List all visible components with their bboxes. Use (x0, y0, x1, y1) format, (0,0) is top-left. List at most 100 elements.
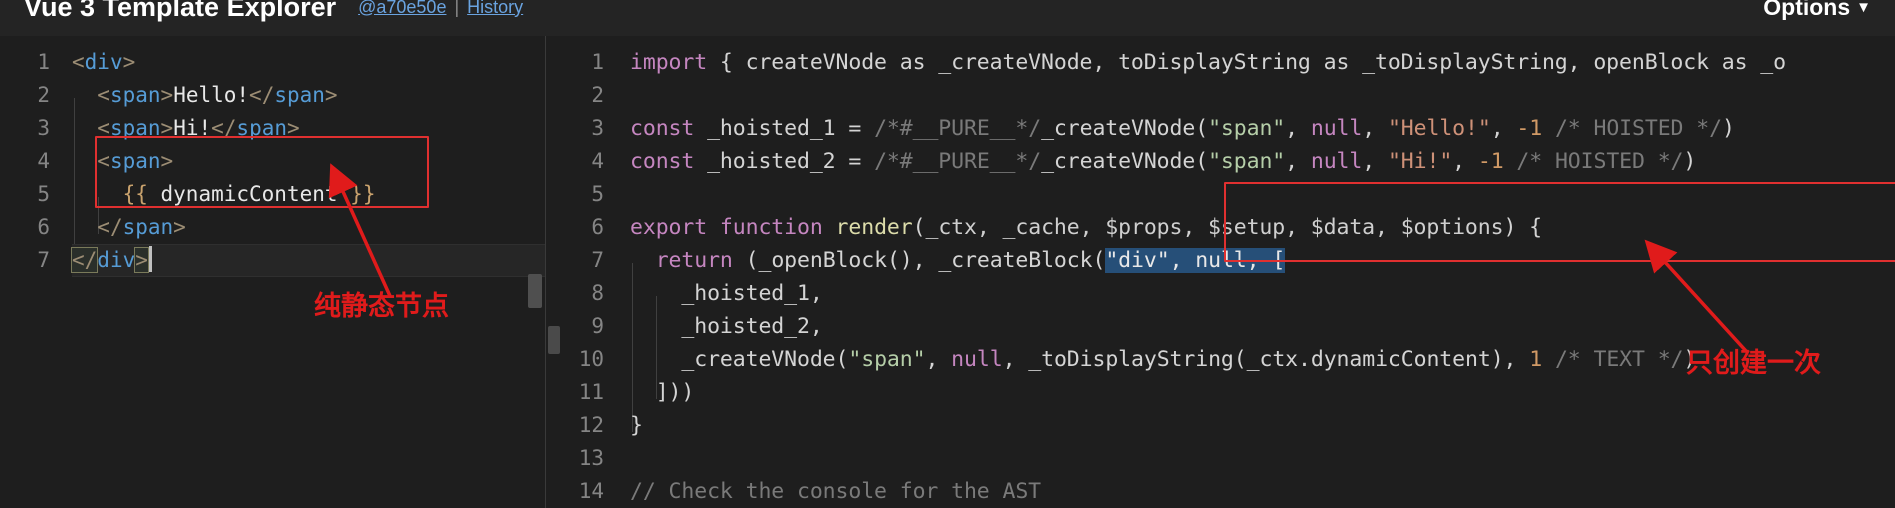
token-import-list: { createVNode as _createVNode, toDisplay… (707, 50, 1786, 75)
token-keyword: const (630, 116, 695, 141)
line-number: 13 (578, 446, 604, 470)
history-link[interactable]: History (467, 0, 523, 18)
code-line[interactable]: 9 _hoisted_2, (546, 310, 1895, 366)
bracket-match-close: > (134, 247, 149, 273)
line-content[interactable]: const _hoisted_2 = /*#__PURE__*/_createV… (630, 145, 1696, 178)
token-tagname: span (109, 116, 161, 140)
token-string: "span" (848, 347, 926, 372)
token-string: "span" (1208, 149, 1286, 174)
token-punct: < (97, 116, 110, 140)
template-editor-pane[interactable]: 1 <div> 2 <span>Hello!</span> 3 <span>Hi… (0, 36, 546, 508)
line-content[interactable]: <span>Hello!</span> (72, 79, 338, 135)
selection-null: null (1195, 248, 1247, 273)
code-line[interactable]: 3 const _hoisted_1 = /*#__PURE__*/_creat… (546, 112, 1895, 145)
token-punct: ), (1490, 347, 1530, 372)
line-content[interactable]: <span>Hi!</span> (72, 112, 300, 168)
line-content[interactable]: import { createVNode as _createVNode, to… (630, 46, 1786, 79)
selection-string: "div" (1105, 248, 1170, 273)
token-identifier: _hoisted_1, (681, 281, 823, 306)
token-text: Hi! (173, 116, 212, 140)
token-identifier: _hoisted_1 (694, 116, 849, 141)
token-tagname: span (236, 116, 287, 140)
code-line[interactable]: 1 <div> (0, 46, 545, 79)
token-keyword: import (630, 50, 708, 75)
code-line[interactable]: 5 {{ dynamicContent }} (0, 178, 545, 234)
line-content[interactable]: {{ dynamicContent }} (72, 178, 375, 234)
line-content[interactable]: <span> (72, 145, 174, 201)
commit-hash-link[interactable]: @a70e50e (358, 0, 446, 18)
code-line[interactable]: 4 <span> (0, 145, 545, 201)
output-scrollbar-thumb[interactable] (548, 326, 560, 354)
token-punct: , (1362, 149, 1388, 174)
token-expression: dynamicContent (147, 182, 351, 206)
code-line-active[interactable]: 7 </div> (0, 244, 545, 277)
line-content[interactable]: </span> (72, 211, 186, 267)
selection-punct: , (1169, 248, 1196, 273)
chevron-down-icon: ▼ (1856, 0, 1871, 16)
line-content[interactable]: </div> (70, 244, 152, 277)
line-content[interactable]: <div> (72, 46, 135, 79)
line-content[interactable]: return (_openBlock(), _createBlock("div"… (630, 244, 1285, 300)
code-line[interactable]: 12 } (546, 409, 1895, 442)
token-punct: } (630, 413, 643, 438)
token-punct: </ (97, 215, 123, 239)
token-punct: </ (211, 116, 237, 140)
token-punct: ( (835, 347, 849, 372)
bracket-match-open: </ (70, 247, 99, 273)
line-number: 7 (37, 248, 50, 272)
code-line[interactable]: 11 ])) (546, 376, 1895, 432)
token-punct: < (97, 149, 110, 173)
code-line[interactable]: 6 export function render(_ctx, _cache, $… (546, 211, 1895, 244)
line-content[interactable]: ])) (630, 376, 695, 432)
code-line[interactable]: 2 <span>Hello!</span> (0, 79, 545, 135)
token-tagname: div (97, 248, 136, 272)
line-number: 4 (591, 149, 604, 173)
token-punct: < (97, 83, 110, 107)
line-number: 1 (591, 50, 604, 74)
code-line[interactable]: 8 _hoisted_1, (546, 277, 1895, 333)
line-content[interactable]: // Check the console for the AST (630, 475, 1041, 508)
token-punct: ])) (655, 380, 695, 405)
line-number: 11 (578, 380, 604, 404)
code-line[interactable]: 2 (546, 79, 1895, 112)
code-line[interactable]: 5 (546, 178, 1895, 211)
line-content[interactable]: } (630, 409, 643, 442)
line-number: 5 (37, 182, 50, 206)
line-number: 7 (591, 248, 604, 272)
line-content[interactable]: _hoisted_1, (630, 277, 823, 333)
line-content[interactable]: const _hoisted_1 = /*#__PURE__*/_createV… (630, 112, 1735, 145)
link-separator: | (454, 0, 460, 17)
token-punct: , (1490, 116, 1517, 141)
token-text: Hello! (173, 83, 250, 107)
code-line[interactable]: 7 return (_openBlock(), _createBlock("di… (546, 244, 1895, 300)
token-params: _ctx, _cache, $props, $setup, $data, $op… (925, 215, 1504, 240)
editor-scrollbar-thumb[interactable] (528, 274, 542, 308)
token-punct: > (160, 83, 174, 107)
line-number: 5 (591, 182, 604, 206)
token-operator: = (848, 149, 875, 174)
token-punct: , (1452, 149, 1478, 174)
line-number: 8 (591, 281, 604, 305)
code-line[interactable]: 13 (546, 442, 1895, 475)
code-line[interactable]: 3 <span>Hi!</span> (0, 112, 545, 168)
token-punct: , (1285, 116, 1311, 141)
options-button[interactable]: Options ▼ (1763, 0, 1871, 21)
line-content[interactable]: _hoisted_2, (630, 310, 823, 366)
code-line[interactable]: 14 // Check the console for the AST (546, 475, 1895, 508)
token-operator: = (848, 116, 875, 141)
token-punct: ( (1092, 248, 1106, 273)
token-punct: > (160, 149, 174, 173)
token-punct: ( (1195, 149, 1209, 174)
code-line[interactable]: 6 </span> (0, 211, 545, 267)
token-punct: , (1285, 149, 1311, 174)
output-editor-pane[interactable]: 1 import { createVNode as _createVNode, … (546, 36, 1895, 508)
line-content[interactable]: _createVNode("span", null, _toDisplayStr… (630, 343, 1696, 399)
code-line[interactable]: 1 import { createVNode as _createVNode, … (546, 46, 1895, 79)
code-line[interactable]: 4 const _hoisted_2 = /*#__PURE__*/_creat… (546, 145, 1895, 178)
annotation-label-hoisted: 只创建一次 (1686, 348, 1821, 379)
line-number: 1 (37, 50, 50, 74)
line-content[interactable]: export function render(_ctx, _cache, $pr… (630, 211, 1542, 244)
